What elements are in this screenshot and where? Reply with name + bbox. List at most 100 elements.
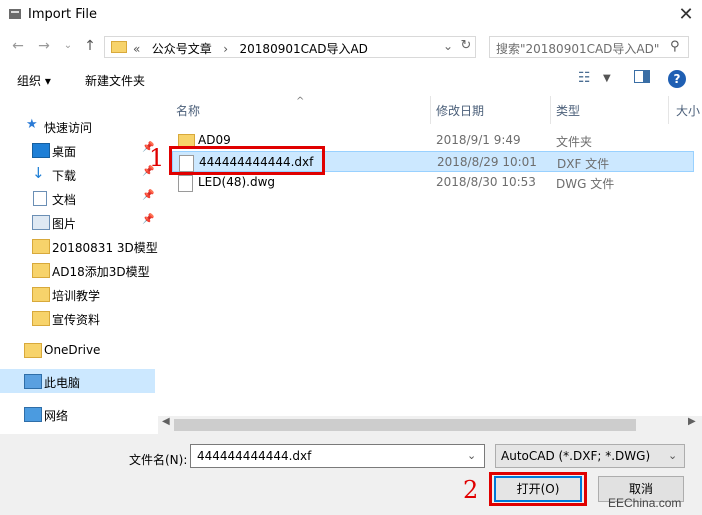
- breadcrumb-item[interactable]: 20180901CAD导入AD: [240, 42, 368, 56]
- network-icon: [24, 407, 42, 422]
- file-type: DXF 文件: [557, 157, 610, 171]
- sidebar-item-label: 快速访问: [44, 121, 93, 135]
- sidebar-item-quick-access[interactable]: ★ 快速访问: [0, 114, 158, 138]
- folder-icon: [111, 41, 127, 53]
- organize-button[interactable]: 组织 ▾: [17, 72, 51, 89]
- file-icon: [178, 175, 193, 192]
- file-name: AD09: [198, 133, 231, 147]
- search-icon[interactable]: ⚲: [670, 39, 686, 54]
- filetype-select[interactable]: AutoCAD (*.DXF; *.DWG) ⌄: [495, 444, 685, 468]
- sidebar-item-folder[interactable]: 20180831 3D模型: [0, 234, 158, 258]
- search-input[interactable]: 搜索"20180901CAD导入AD": [496, 40, 659, 57]
- folder-icon: [32, 311, 50, 326]
- desktop-icon: [32, 143, 50, 158]
- sidebar-item-label: AD18添加3D模型: [52, 265, 150, 279]
- folder-icon: [32, 263, 50, 278]
- sidebar-item-documents[interactable]: 文档 📌: [0, 186, 158, 210]
- column-divider[interactable]: [430, 96, 431, 124]
- command-toolbar: 组织 ▾ 新建文件夹 ☷ ▼ ?: [0, 62, 702, 96]
- sidebar-item-network[interactable]: 网络: [0, 402, 158, 426]
- pictures-icon: [32, 215, 50, 230]
- file-type: DWG 文件: [556, 177, 615, 191]
- sidebar-item-folder[interactable]: 宣传资料: [0, 306, 158, 330]
- sidebar-item-this-pc[interactable]: 此电脑: [0, 369, 155, 393]
- up-arrow-icon[interactable]: ↑: [80, 36, 100, 56]
- pin-icon[interactable]: 📌: [142, 190, 154, 201]
- breadcrumb-item[interactable]: 公众号文章: [152, 42, 212, 56]
- navigation-pane: ★ 快速访问 桌面 📌 ↓ 下载 📌 文档 📌 图片 📌 20180831 3D…: [0, 96, 158, 434]
- breadcrumb-separator: ›: [223, 42, 229, 56]
- sidebar-item-pictures[interactable]: 图片 📌: [0, 210, 158, 234]
- file-date: 2018/8/29 10:01: [437, 155, 537, 169]
- star-icon: ★: [26, 117, 38, 132]
- sidebar-item-label: 20180831 3D模型: [52, 241, 158, 255]
- sidebar-item-onedrive[interactable]: OneDrive: [0, 338, 158, 362]
- filetype-value: AutoCAD (*.DXF; *.DWG): [501, 449, 651, 463]
- breadcrumb: « 公众号文章 › 20180901CAD导入AD: [133, 40, 368, 57]
- sidebar-item-folder[interactable]: 培训教学: [0, 282, 158, 306]
- scroll-left-icon[interactable]: ◀: [162, 416, 170, 427]
- back-arrow-icon[interactable]: ←: [8, 36, 28, 56]
- annotation-highlight-box: [489, 472, 587, 506]
- sidebar-item-desktop[interactable]: 桌面 📌: [0, 138, 158, 162]
- help-icon[interactable]: ?: [668, 70, 686, 88]
- annotation-step-number: 2: [463, 476, 479, 504]
- scroll-right-icon[interactable]: ▶: [688, 416, 696, 427]
- sidebar-item-label: 文档: [52, 193, 77, 207]
- watermark: EEChina.com: [608, 496, 682, 510]
- folder-icon: [32, 287, 50, 302]
- file-name: LED(48).dwg: [198, 175, 276, 189]
- annotation-highlight-box: [169, 146, 325, 175]
- folder-icon: [32, 239, 50, 254]
- new-folder-button[interactable]: 新建文件夹: [85, 72, 145, 89]
- pin-icon[interactable]: 📌: [142, 214, 154, 225]
- file-row[interactable]: LED(48).dwg 2018/8/30 10:53 DWG 文件: [172, 172, 694, 193]
- sidebar-item-label: 培训教学: [52, 289, 101, 303]
- recent-locations-chevron-icon[interactable]: ⌄: [60, 36, 76, 56]
- file-date: 2018/9/1 9:49: [436, 133, 521, 147]
- column-header-type[interactable]: 类型: [556, 102, 580, 119]
- breadcrumb-overflow[interactable]: «: [133, 42, 140, 56]
- sidebar-item-label: 网络: [44, 409, 69, 423]
- window-title: Import File: [28, 7, 98, 22]
- sidebar-item-label: 此电脑: [44, 376, 81, 390]
- app-icon: [8, 7, 22, 21]
- column-divider[interactable]: [668, 96, 669, 124]
- address-dropdown-icon[interactable]: ⌄: [441, 39, 455, 53]
- refresh-icon[interactable]: ↻: [459, 38, 473, 53]
- search-box[interactable]: 搜索"20180901CAD导入AD" ⚲: [489, 36, 689, 58]
- close-icon[interactable]: ✕: [670, 0, 702, 30]
- download-icon: ↓: [32, 164, 45, 182]
- filename-label: 文件名(N):: [129, 453, 188, 467]
- navigation-bar: ← → ⌄ ↑ « 公众号文章 › 20180901CAD导入AD ⌄ ↻ 搜索…: [0, 30, 702, 62]
- sidebar-item-downloads[interactable]: ↓ 下载 📌: [0, 162, 158, 186]
- view-options-icon[interactable]: ☷: [578, 70, 591, 86]
- sidebar-item-label: 图片: [52, 217, 77, 231]
- filename-value[interactable]: 444444444444.dxf: [197, 449, 311, 463]
- filename-field[interactable]: 444444444444.dxf ⌄: [190, 444, 485, 468]
- chevron-down-icon[interactable]: ⌄: [467, 449, 476, 462]
- preview-pane-icon[interactable]: [634, 70, 650, 88]
- sort-ascending-icon: ^: [296, 96, 305, 107]
- document-icon: [33, 191, 47, 206]
- view-dropdown-icon[interactable]: ▼: [603, 73, 611, 84]
- address-bar[interactable]: « 公众号文章 › 20180901CAD导入AD ⌄ ↻: [104, 36, 476, 58]
- sidebar-item-label: 宣传资料: [52, 313, 101, 327]
- chevron-down-icon[interactable]: ⌄: [668, 449, 677, 462]
- column-header-size[interactable]: 大小: [676, 102, 700, 119]
- onedrive-icon: [24, 343, 42, 358]
- column-header-modified[interactable]: 修改日期: [436, 102, 484, 119]
- sidebar-item-label: OneDrive: [44, 343, 101, 357]
- column-divider[interactable]: [550, 96, 551, 124]
- forward-arrow-icon[interactable]: →: [34, 36, 54, 56]
- sidebar-item-label: 桌面: [52, 145, 77, 159]
- sidebar-item-folder[interactable]: AD18添加3D模型: [0, 258, 158, 282]
- annotation-step-number: 1: [149, 144, 165, 172]
- computer-icon: [24, 374, 42, 389]
- title-bar: Import File ✕: [0, 0, 702, 30]
- file-date: 2018/8/30 10:53: [436, 175, 536, 189]
- file-type: 文件夹: [556, 135, 593, 149]
- sidebar-item-label: 下载: [52, 169, 77, 183]
- scrollbar-thumb[interactable]: [174, 419, 636, 431]
- column-header-name[interactable]: 名称: [176, 102, 200, 119]
